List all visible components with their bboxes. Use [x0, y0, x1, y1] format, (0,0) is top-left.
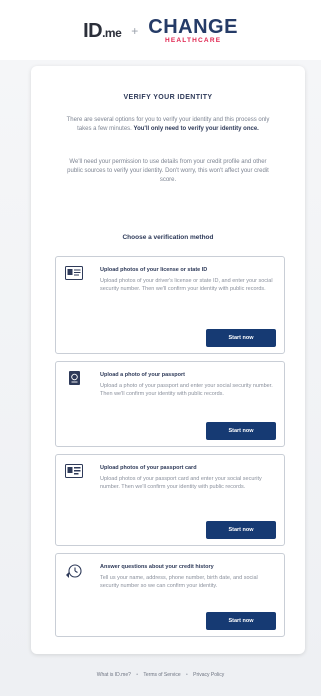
- change-healthcare-logo: CHANGE HEALTHCARE: [148, 17, 238, 45]
- option-description: Upload photos of your passport card and …: [100, 476, 262, 490]
- change-logo-text: CHANGE: [148, 16, 238, 39]
- passport-icon: [69, 371, 80, 385]
- plus-sign: +: [131, 24, 139, 38]
- header: ID.me + CHANGE HEALTHCARE: [0, 0, 321, 62]
- idme-logo: ID.me: [83, 19, 122, 43]
- option-passport: Upload a photo of your passport Upload a…: [55, 361, 285, 447]
- start-license-button[interactable]: Start now: [206, 329, 276, 347]
- license-icon: [65, 266, 83, 280]
- footer: What is ID.me? • Terms of Service • Priv…: [0, 672, 321, 678]
- intro-text: There are several options for you to ver…: [63, 116, 273, 134]
- option-title: Upload a photo of your passport: [100, 372, 185, 378]
- idme-logo-suffix: .me: [102, 25, 122, 40]
- option-description: Upload a photo of your passport and ente…: [100, 383, 273, 397]
- healthcare-logo-text: HEALTHCARE: [164, 37, 222, 45]
- option-title: Upload photos of your passport card: [100, 465, 197, 471]
- idme-logo-text: ID: [83, 19, 103, 42]
- privacy-policy-link[interactable]: Privacy Policy: [193, 672, 224, 678]
- footer-separator: •: [136, 672, 139, 678]
- credit-history-icon: [66, 564, 82, 578]
- page-title: VERIFY YOUR IDENTITY: [123, 94, 213, 101]
- verify-card: VERIFY YOUR IDENTITY There are several o…: [31, 66, 305, 654]
- what-is-idme-link[interactable]: What is ID.me?: [97, 672, 131, 678]
- start-passport-button[interactable]: Start now: [206, 422, 276, 440]
- intro-text-bold: You'll only need to verify your identity…: [133, 126, 259, 132]
- terms-of-service-link[interactable]: Terms of Service: [143, 672, 180, 678]
- option-title: Upload photos of your license or state I…: [100, 267, 208, 273]
- option-description: Upload photos of your driver's license o…: [100, 278, 273, 292]
- footer-separator: •: [186, 672, 188, 678]
- start-passport-card-button[interactable]: Start now: [206, 521, 276, 539]
- start-credit-history-button[interactable]: Start now: [206, 612, 276, 630]
- option-license: Upload photos of your license or state I…: [55, 256, 285, 354]
- passport-card-icon: [65, 464, 83, 478]
- page: ID.me + CHANGE HEALTHCARE VERIFY YOUR ID…: [0, 0, 321, 696]
- option-title: Answer questions about your credit histo…: [100, 564, 214, 570]
- permission-text: We'll need your permission to use detail…: [67, 159, 269, 183]
- option-passport-card: Upload photos of your passport card Uplo…: [55, 454, 285, 546]
- section-heading: Choose a verification method: [122, 234, 214, 241]
- option-credit-history: Answer questions about your credit histo…: [55, 553, 285, 637]
- option-description: Tell us your name, address, phone number…: [100, 575, 258, 589]
